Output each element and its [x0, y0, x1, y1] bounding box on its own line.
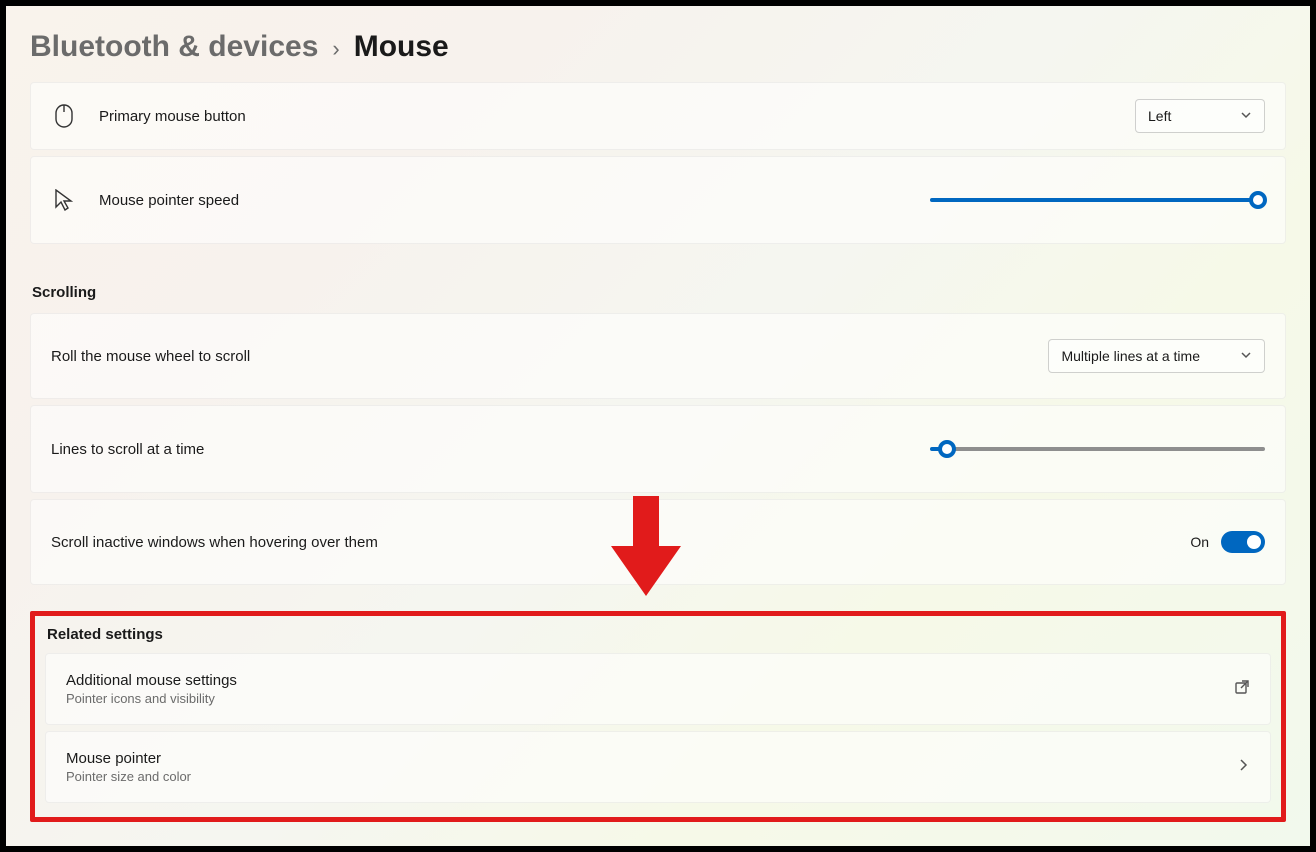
slider-thumb[interactable] — [1249, 191, 1267, 209]
setting-lines-to-scroll: Lines to scroll at a time — [30, 405, 1286, 493]
toggle-knob — [1247, 535, 1261, 549]
dropdown-value: Multiple lines at a time — [1061, 348, 1200, 364]
annotation-highlight-box: Related settings Additional mouse settin… — [30, 611, 1286, 822]
chevron-down-icon — [1240, 108, 1252, 124]
scroll-inactive-toggle[interactable] — [1221, 531, 1265, 553]
primary-button-dropdown[interactable]: Left — [1135, 99, 1265, 133]
setting-label: Primary mouse button — [99, 108, 246, 125]
lines-slider[interactable] — [930, 439, 1265, 459]
setting-roll-wheel: Roll the mouse wheel to scroll Multiple … — [30, 313, 1286, 399]
setting-pointer-speed: Mouse pointer speed — [30, 156, 1286, 244]
slider-thumb[interactable] — [938, 440, 956, 458]
setting-label: Scroll inactive windows when hovering ov… — [51, 534, 378, 551]
section-title-scrolling: Scrolling — [32, 284, 1286, 301]
pointer-speed-slider[interactable] — [930, 190, 1265, 210]
roll-wheel-dropdown[interactable]: Multiple lines at a time — [1048, 339, 1265, 373]
setting-label: Roll the mouse wheel to scroll — [51, 348, 250, 365]
settings-window: Bluetooth & devices › Mouse Primary mous… — [0, 0, 1316, 852]
breadcrumb: Bluetooth & devices › Mouse — [30, 30, 1286, 64]
section-title-related: Related settings — [47, 626, 1271, 643]
link-title: Mouse pointer — [66, 750, 1236, 767]
setting-label: Mouse pointer speed — [99, 192, 239, 209]
setting-primary-mouse-button: Primary mouse button Left — [30, 82, 1286, 150]
breadcrumb-parent[interactable]: Bluetooth & devices — [30, 30, 318, 64]
link-subtitle: Pointer size and color — [66, 769, 1236, 784]
link-additional-mouse-settings[interactable]: Additional mouse settings Pointer icons … — [45, 653, 1271, 725]
link-subtitle: Pointer icons and visibility — [66, 691, 1234, 706]
page-title: Mouse — [354, 30, 449, 64]
link-title: Additional mouse settings — [66, 672, 1234, 689]
link-mouse-pointer[interactable]: Mouse pointer Pointer size and color — [45, 731, 1271, 803]
dropdown-value: Left — [1148, 108, 1171, 124]
cursor-icon — [51, 189, 77, 211]
breadcrumb-separator-icon: › — [332, 36, 339, 62]
chevron-right-icon — [1236, 758, 1250, 777]
setting-label: Lines to scroll at a time — [51, 441, 204, 458]
setting-scroll-inactive: Scroll inactive windows when hovering ov… — [30, 499, 1286, 585]
external-link-icon — [1234, 679, 1250, 700]
chevron-down-icon — [1240, 348, 1252, 364]
toggle-state-label: On — [1190, 534, 1209, 550]
mouse-icon — [51, 104, 77, 128]
